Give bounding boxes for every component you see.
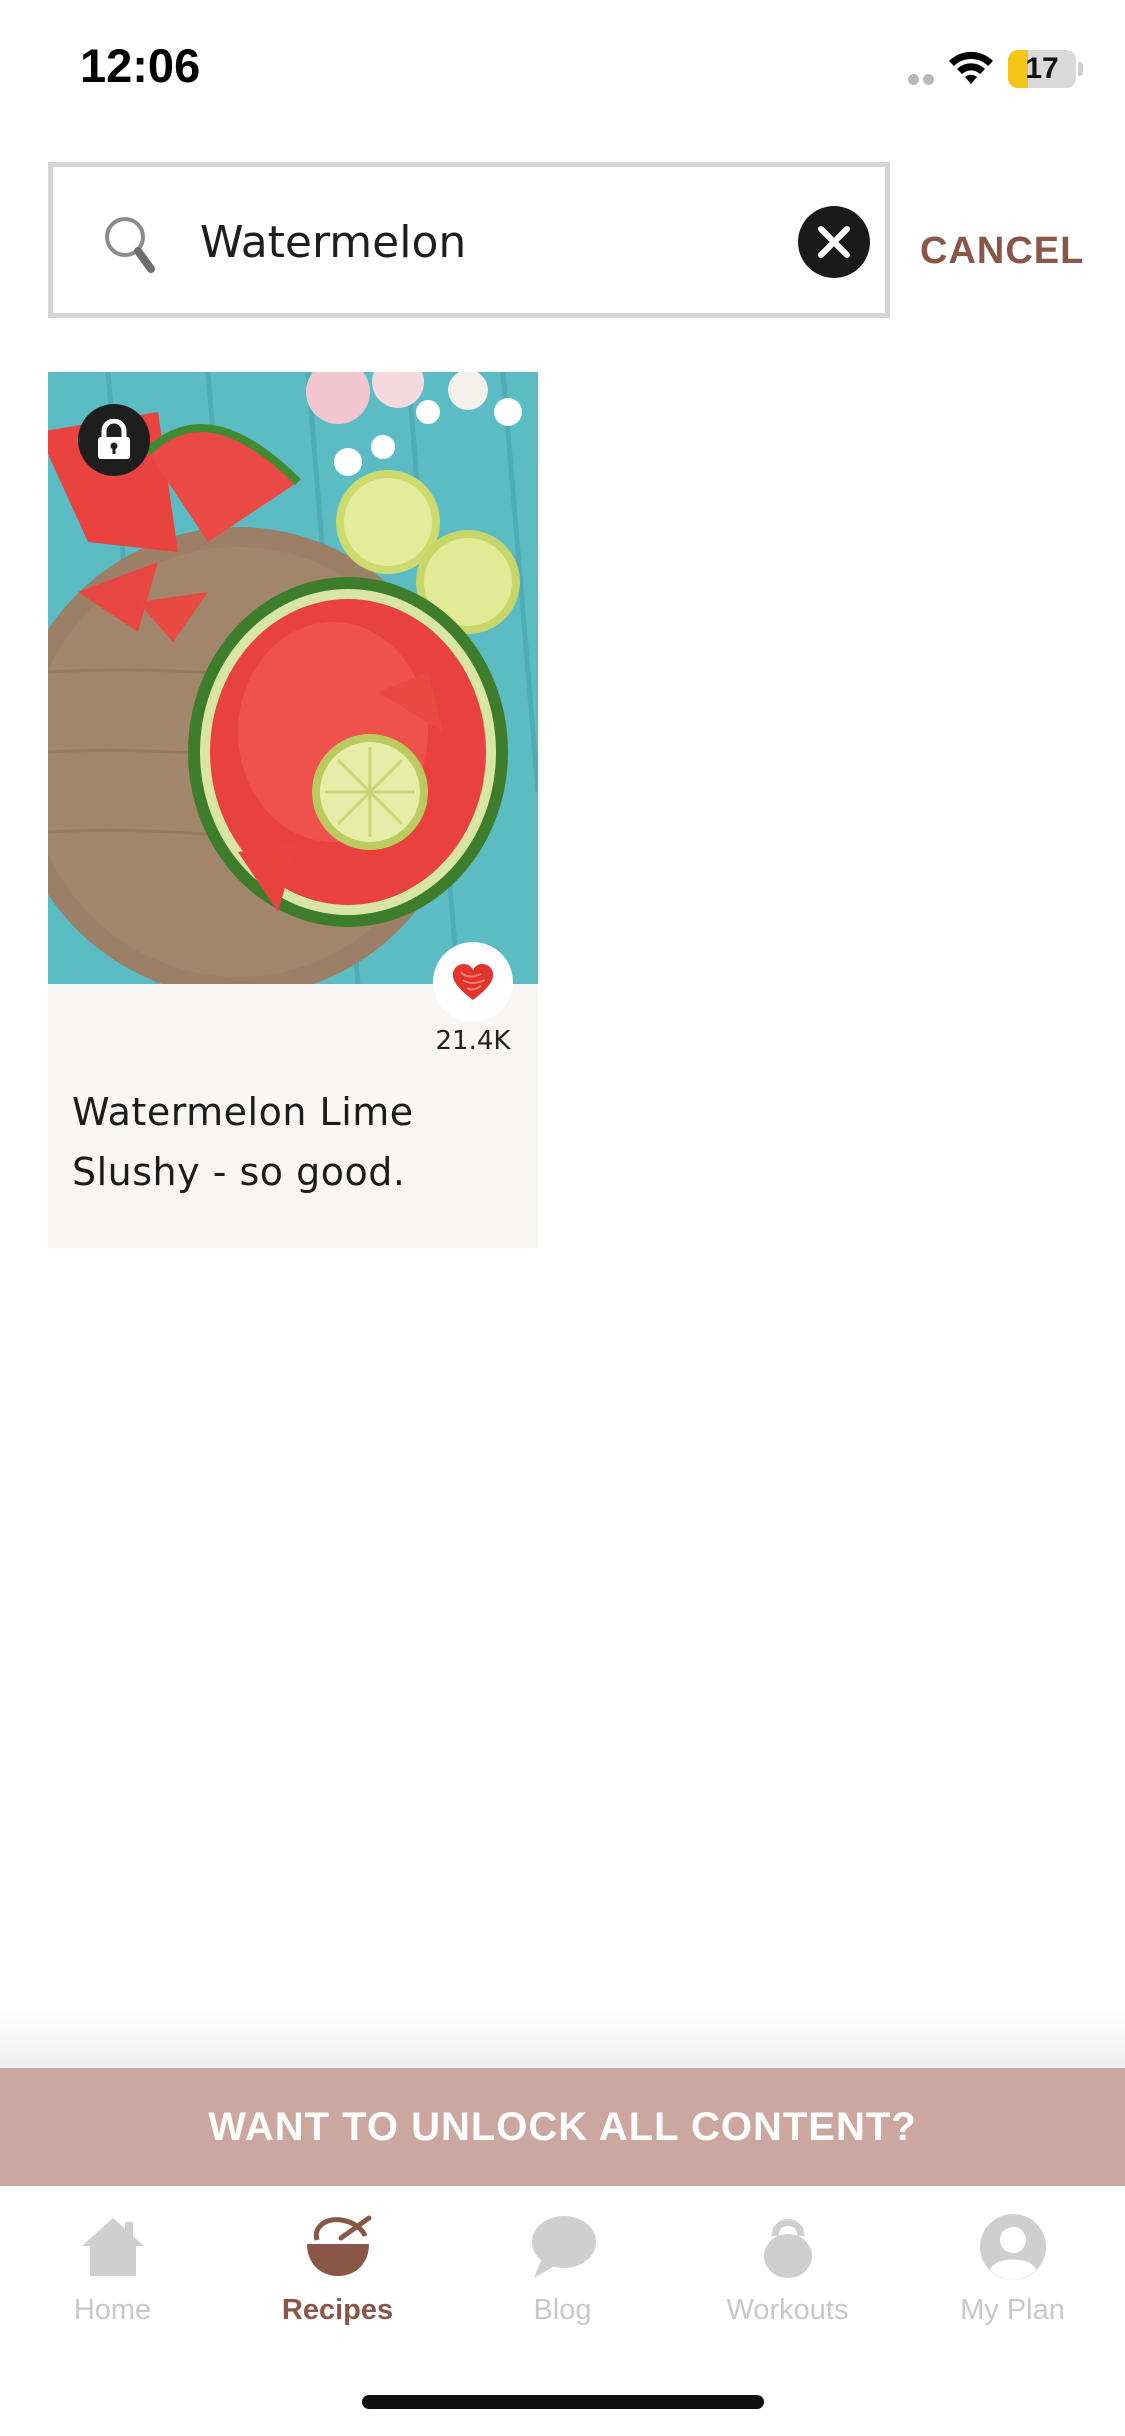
battery-icon: 17 [1008, 50, 1076, 88]
recipe-title: Watermelon Lime Slushy - so good. [72, 1090, 414, 1194]
tab-my-plan[interactable]: My Plan [900, 2186, 1125, 2346]
wifi-icon [949, 51, 993, 84]
banner-shadow [0, 2010, 1125, 2070]
tab-label: My Plan [960, 2294, 1065, 2326]
home-icon [82, 2218, 144, 2276]
search-icon [105, 217, 155, 273]
recipe-card[interactable]: 21.4K Watermelon Lime Slushy - so good. [48, 372, 538, 1248]
battery-level: 17 [1025, 52, 1059, 85]
like-count: 21.4K [435, 1026, 511, 1056]
status-time: 12:06 [80, 39, 201, 92]
unlock-content-banner[interactable]: WANT TO UNLOCK ALL CONTENT? [0, 2068, 1125, 2186]
clear-search-button[interactable] [798, 206, 870, 278]
chat-bubble-icon [532, 2216, 596, 2278]
kettlebell-icon [764, 2219, 812, 2278]
tab-home[interactable]: Home [0, 2186, 225, 2346]
search-bar[interactable] [48, 162, 890, 318]
locked-badge [78, 404, 150, 476]
tab-workouts[interactable]: Workouts [675, 2186, 900, 2346]
close-icon [818, 226, 850, 258]
recipe-image [48, 372, 538, 984]
lock-icon [98, 419, 130, 459]
bottom-tab-bar: Home Recipes Blog Workouts My Plan [0, 2186, 1125, 2436]
tab-label: Home [73, 2294, 152, 2326]
tab-label: Workouts [726, 2294, 849, 2326]
battery-nub [1078, 62, 1083, 76]
cellular-signal-icon [908, 74, 938, 86]
tab-recipes[interactable]: Recipes [225, 2186, 450, 2346]
mixing-bowl-icon [307, 2215, 372, 2276]
tab-label: Blog [533, 2294, 592, 2326]
tab-label: Recipes [281, 2294, 394, 2326]
status-bar: 12:06 17 [0, 0, 1125, 130]
profile-icon [980, 2214, 1046, 2280]
home-indicator [362, 2395, 764, 2409]
tab-blog[interactable]: Blog [450, 2186, 675, 2346]
search-input[interactable] [200, 207, 760, 277]
cancel-button[interactable]: CANCEL [920, 226, 1083, 276]
like-button[interactable] [433, 942, 513, 1022]
heart-icon [452, 964, 494, 1000]
